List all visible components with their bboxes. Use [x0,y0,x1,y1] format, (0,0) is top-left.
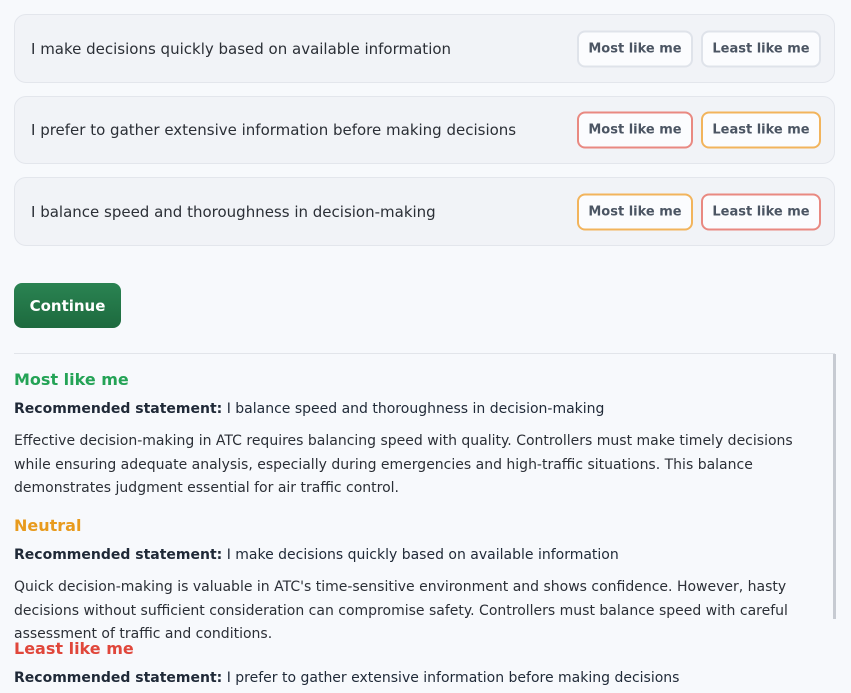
statement-text: I balance speed and thoroughness in deci… [31,202,436,221]
most-like-me-button[interactable]: Most like me [577,193,693,230]
most-like-me-button[interactable]: Most like me [577,30,693,67]
divider [14,353,835,354]
feedback-most: Most like me Recommended statement: I ba… [14,370,830,501]
feedback-heading: Neutral [14,516,82,535]
statement-text: I prefer to gather extensive information… [31,121,517,139]
recommended-statement: Recommended statement: I prefer to gathe… [14,669,830,687]
recommended-text: I balance speed and thoroughness in deci… [226,401,605,417]
recommended-label: Recommended statement: [14,547,223,563]
recommended-text: I prefer to gather extensive information… [226,670,680,686]
recommended-label: Recommended statement: [14,401,223,417]
continue-button[interactable]: Continue [14,283,121,328]
least-like-me-button[interactable]: Least like me [701,30,821,67]
scrollbar[interactable] [833,354,836,619]
feedback-explanation: Quick decision-making is valuable in ATC… [14,579,788,642]
feedback-neutral: Neutral Recommended statement: I make de… [14,516,830,647]
statement-text: I make decisions quickly based on availa… [31,39,452,58]
feedback-least: Least like me Recommended statement: I p… [14,639,830,687]
statement-card: I make decisions quickly based on availa… [14,14,835,83]
recommended-label: Recommended statement: [14,670,223,686]
feedback-heading: Most like me [14,370,129,389]
recommended-statement: Recommended statement: I balance speed a… [14,400,830,418]
recommended-text: I make decisions quickly based on availa… [226,547,619,563]
least-like-me-button[interactable]: Least like me [701,111,821,149]
least-like-me-button[interactable]: Least like me [701,193,821,230]
statement-card: I balance speed and thoroughness in deci… [14,177,835,246]
statement-card: I prefer to gather extensive information… [14,96,835,164]
most-like-me-button[interactable]: Most like me [577,111,693,149]
feedback-heading: Least like me [14,639,134,658]
recommended-statement: Recommended statement: I make decisions … [14,546,830,564]
feedback-explanation: Effective decision-making in ATC require… [14,433,793,496]
